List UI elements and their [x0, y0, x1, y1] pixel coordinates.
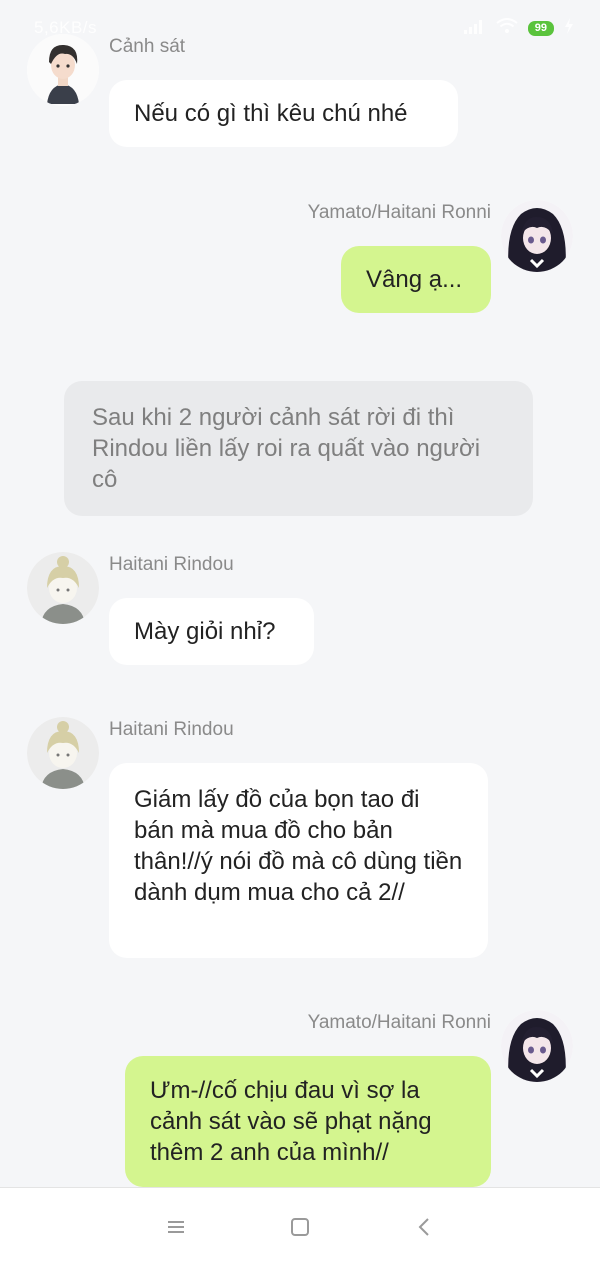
message-sender: Haitani Rindou [109, 554, 234, 575]
ronni-avatar-icon[interactable] [501, 200, 573, 272]
narration-bubble: Sau khi 2 người cảnh sát rời đi thì Rind… [64, 381, 533, 516]
message-sender: Yamato/Haitani Ronni [307, 1012, 491, 1033]
ronni-avatar-icon[interactable] [501, 1010, 573, 1082]
police-avatar-icon[interactable] [27, 34, 99, 106]
message-sender: Yamato/Haitani Ronni [307, 202, 491, 223]
message-sender: Haitani Rindou [109, 719, 234, 740]
menu-icon[interactable] [161, 1212, 191, 1242]
message-bubble[interactable]: Mày giỏi nhỉ? [109, 598, 314, 665]
battery-badge: 99 [527, 21, 554, 36]
message-bubble[interactable]: Ưm-//cố chịu đau vì sợ la cảnh sát vào s… [125, 1056, 491, 1187]
chat-screen: 5,6KB/s 99 Cảnh sát Nếu có gì thì kêu ch… [0, 0, 600, 1267]
back-chevron-icon[interactable] [410, 1212, 440, 1242]
rindou-avatar-icon[interactable] [27, 552, 99, 624]
message-bubble[interactable]: Giám lấy đồ của bọn tao đi bán mà mua đồ… [109, 763, 488, 958]
wifi-icon [496, 18, 518, 39]
status-icons: 99 [463, 18, 574, 39]
home-square-icon[interactable] [285, 1212, 315, 1242]
signal-icon [463, 20, 486, 37]
rindou-avatar-icon[interactable] [27, 717, 99, 789]
charging-icon [564, 18, 574, 39]
navigation-bar [0, 1187, 600, 1267]
message-bubble[interactable]: Nếu có gì thì kêu chú nhé [109, 80, 458, 147]
message-bubble[interactable]: Vâng ạ... [341, 246, 491, 313]
message-sender: Cảnh sát [109, 36, 186, 57]
